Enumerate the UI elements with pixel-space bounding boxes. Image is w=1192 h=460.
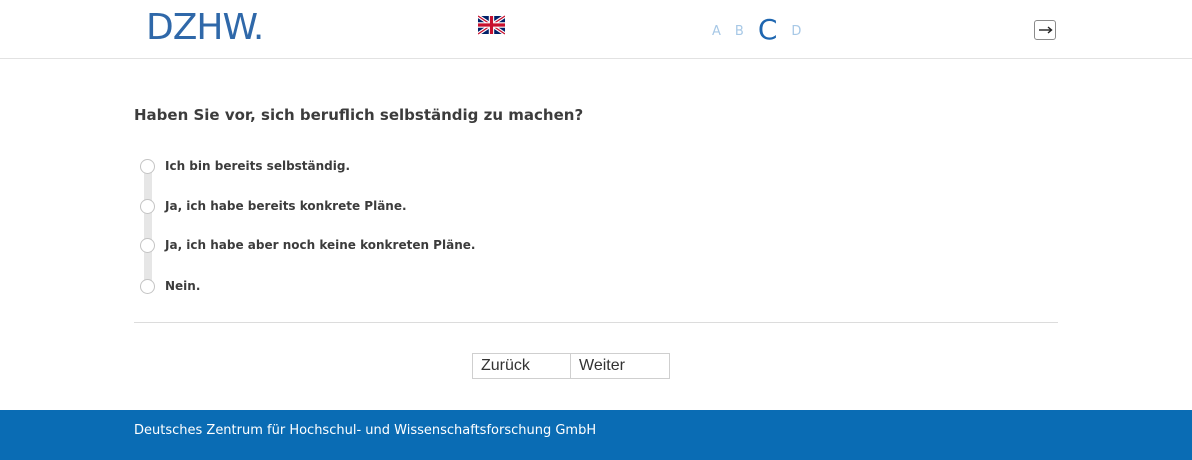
option-label: Ja, ich habe aber noch keine konkreten P… [165,238,476,252]
option-label: Ich bin bereits selbständig. [165,159,351,173]
radio-button[interactable] [140,278,155,294]
dzhw-logo[interactable]: DZHW. [146,8,264,48]
progress-step-b: B [734,24,744,39]
progress-steps: A B C D [712,10,801,46]
radio-button[interactable] [140,158,155,174]
divider [134,322,1058,323]
footer: Deutsches Zentrum für Hochschul- und Wis… [0,410,1192,460]
uk-flag-icon[interactable] [478,15,505,35]
option-no[interactable]: Nein. [140,276,200,296]
option-label: Ja, ich habe bereits konkrete Pläne. [165,199,407,213]
logout-button[interactable] [1034,20,1056,40]
navigation-buttons: Zurück Weiter [472,353,670,379]
logout-arrow-icon [1039,26,1053,34]
header: DZHW. A B C D [0,0,1192,59]
footer-text: Deutsches Zentrum für Hochschul- und Wis… [134,423,597,438]
next-button[interactable]: Weiter [571,353,670,379]
answer-options: Ich bin bereits selbständig. Ja, ich hab… [140,156,840,296]
option-already-self-employed[interactable]: Ich bin bereits selbständig. [140,156,350,176]
option-concrete-plans[interactable]: Ja, ich habe bereits konkrete Pläne. [140,196,407,216]
back-button[interactable]: Zurück [472,353,571,379]
option-no-concrete-plans[interactable]: Ja, ich habe aber noch keine konkreten P… [140,235,475,255]
progress-step-d: D [791,24,802,39]
radio-button[interactable] [140,237,155,253]
question-text: Haben Sie vor, sich beruflich selbständi… [134,106,584,124]
option-label: Nein. [165,279,201,293]
progress-step-a: A [712,24,721,39]
options-track [144,168,152,284]
progress-step-c-active: C [757,13,778,46]
survey-page: DZHW. A B C D Haben Sie vor, sich berufl… [0,0,1192,460]
radio-button[interactable] [140,198,155,214]
